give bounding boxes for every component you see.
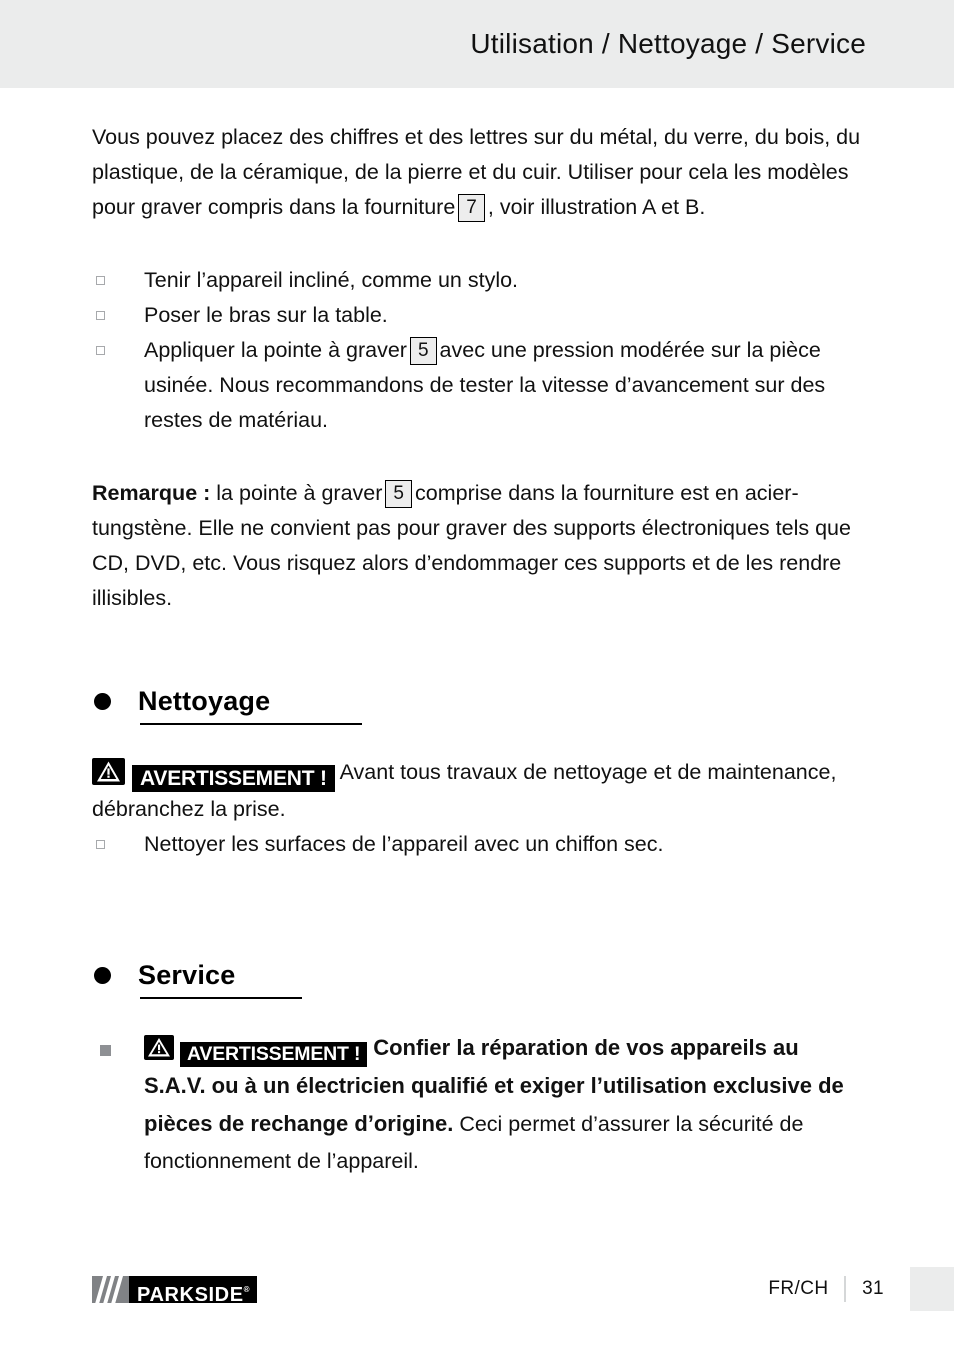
footer-divider — [844, 1276, 847, 1302]
list-item-label: Tenir l’appareil incliné, comme un stylo… — [144, 268, 519, 292]
page-content: Vous pouvez placez des chiffres et des l… — [0, 88, 954, 1180]
part-reference-5: 5 — [385, 480, 412, 508]
steps-list: Tenir l’appareil incliné, comme un stylo… — [92, 263, 866, 438]
heading-underline — [140, 997, 302, 1000]
intro-section: Vous pouvez placez des chiffres et des l… — [92, 88, 866, 225]
list-item: Poser le bras sur la table. — [92, 298, 866, 333]
page-footer: PARKSIDE® FR/CH 31 — [0, 1253, 954, 1345]
footer-meta: FR/CH 31 — [768, 1267, 954, 1311]
parkside-logo: PARKSIDE® — [92, 1275, 257, 1306]
list-item-label-pre: Appliquer la pointe à graver — [144, 338, 407, 362]
checkbox-square-icon — [96, 840, 105, 850]
remark-text-pre: la pointe à graver — [216, 481, 383, 505]
nettoyage-list: Nettoyer les surfaces de l’appareil avec… — [92, 827, 866, 862]
bullet-dot-icon — [94, 967, 111, 985]
brand-name: PARKSIDE — [137, 1283, 244, 1306]
page-number: 31 — [862, 1278, 884, 1299]
checkbox-square-icon — [96, 311, 105, 320]
list-item: AVERTISSEMENT ! Confier la réparation de… — [92, 1029, 866, 1180]
filled-square-bullet-icon — [100, 1045, 111, 1057]
list-item: Tenir l’appareil incliné, comme un stylo… — [92, 263, 866, 298]
part-reference-5: 5 — [409, 337, 437, 365]
section-heading-label: Nettoyage — [138, 686, 271, 716]
list-item-label: Poser le bras sur la table. — [144, 303, 388, 327]
page-header: Utilisation / Nettoyage / Service — [0, 0, 954, 88]
bullet-dot-icon — [94, 693, 111, 710]
checkbox-square-icon — [96, 346, 105, 355]
intro-text-part2: , voir illustration A et B. — [487, 195, 706, 219]
footer-corner-block — [910, 1267, 954, 1311]
remark-label: Remarque : — [92, 481, 211, 505]
part-reference-7: 7 — [458, 194, 485, 222]
warning-badge-label: AVERTISSEMENT ! — [180, 1042, 368, 1068]
intro-paragraph: Vous pouvez placez des chiffres et des l… — [92, 120, 866, 225]
warning-triangle-icon — [144, 1035, 174, 1061]
checkbox-square-icon — [96, 276, 105, 285]
registered-trademark-icon: ® — [243, 1284, 250, 1294]
list-item: Nettoyer les surfaces de l’appareil avec… — [92, 827, 866, 862]
service-list: AVERTISSEMENT ! Confier la réparation de… — [92, 1029, 866, 1180]
slashes-icon — [92, 1275, 129, 1303]
section-heading-service: Service — [92, 956, 866, 1000]
section-heading-nettoyage: Nettoyage — [92, 682, 866, 726]
warning-badge-label: AVERTISSEMENT ! — [132, 765, 335, 793]
page-title: Utilisation / Nettoyage / Service — [470, 28, 866, 59]
nettoyage-warning-paragraph: AVERTISSEMENT ! Avant tous travaux de ne… — [92, 755, 866, 827]
list-item: Appliquer la pointe à graver 5 avec une pr… — [92, 333, 866, 438]
language-code: FR/CH — [768, 1278, 829, 1299]
remark-paragraph: Remarque : la pointe à graver 5 comprise d… — [92, 476, 866, 616]
heading-underline — [140, 723, 362, 726]
warning-triangle-icon — [92, 758, 125, 786]
section-heading-label: Service — [138, 960, 236, 991]
list-item-label: Nettoyer les surfaces de l’appareil avec… — [144, 832, 664, 857]
